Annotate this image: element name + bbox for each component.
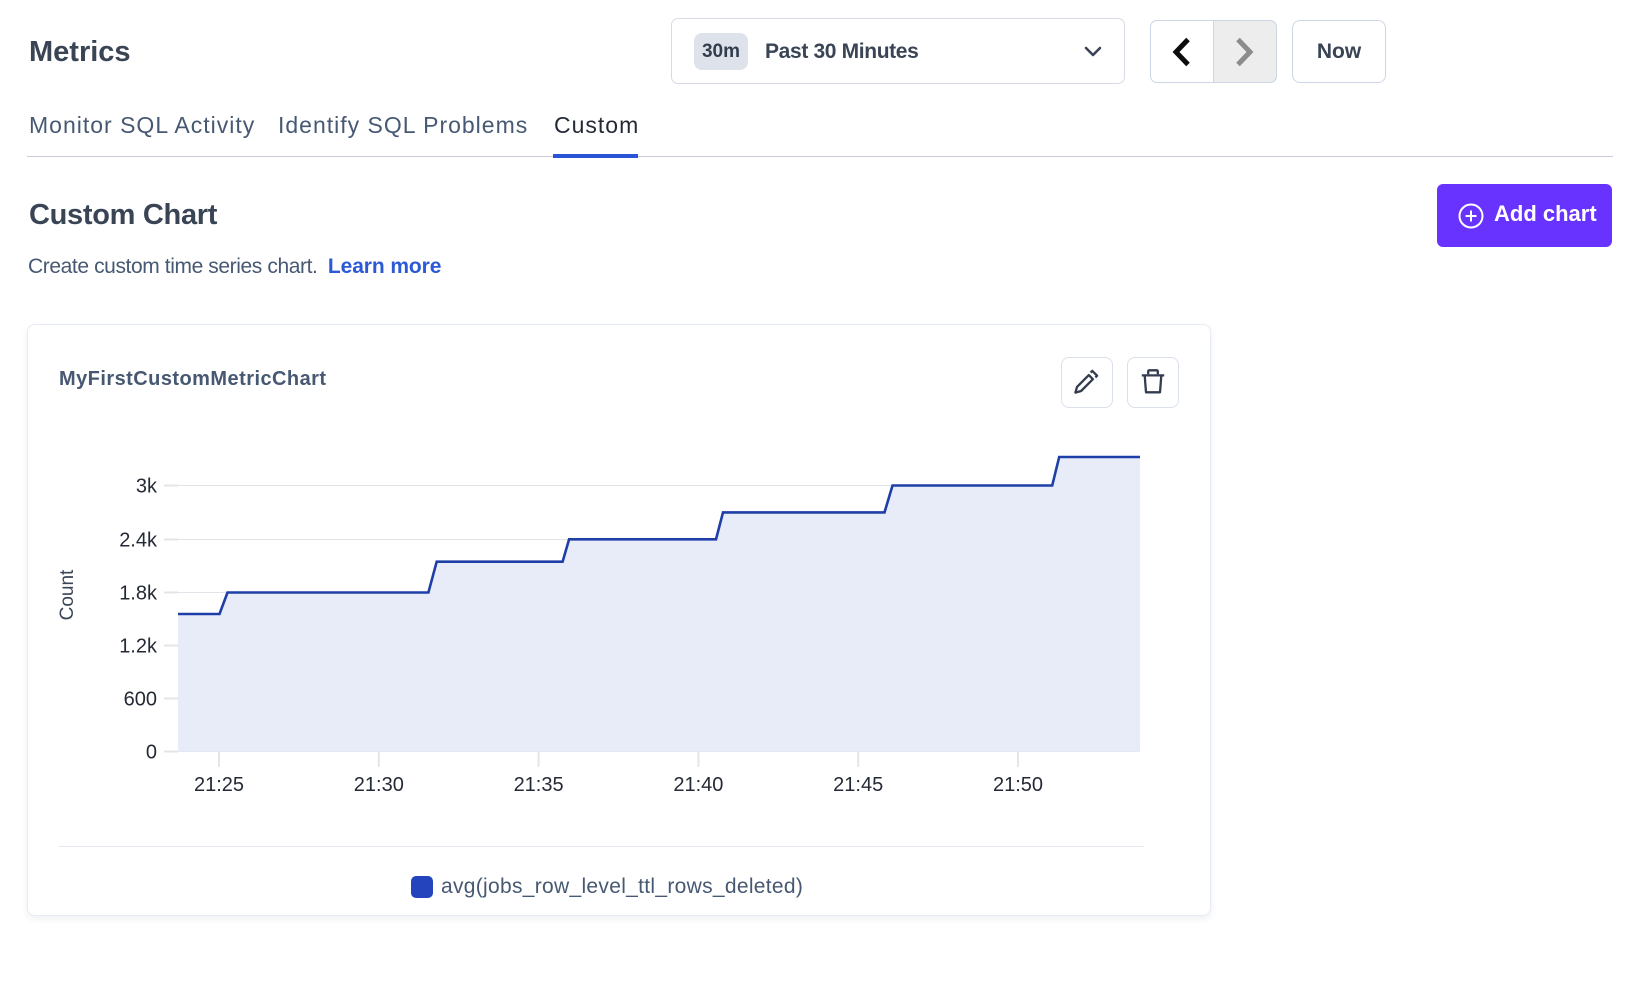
svg-text:21:40: 21:40: [673, 774, 723, 796]
svg-text:21:25: 21:25: [194, 774, 244, 796]
svg-text:21:30: 21:30: [354, 774, 404, 796]
svg-text:1.8k: 1.8k: [119, 583, 158, 605]
svg-text:21:35: 21:35: [514, 774, 564, 796]
svg-text:0: 0: [146, 742, 157, 764]
svg-text:2.4k: 2.4k: [119, 530, 158, 552]
svg-text:Count: Count: [57, 569, 78, 620]
svg-text:600: 600: [124, 689, 157, 711]
svg-text:21:50: 21:50: [993, 774, 1043, 796]
svg-text:3k: 3k: [136, 476, 158, 498]
svg-text:21:45: 21:45: [833, 774, 883, 796]
svg-text:1.2k: 1.2k: [119, 636, 158, 658]
